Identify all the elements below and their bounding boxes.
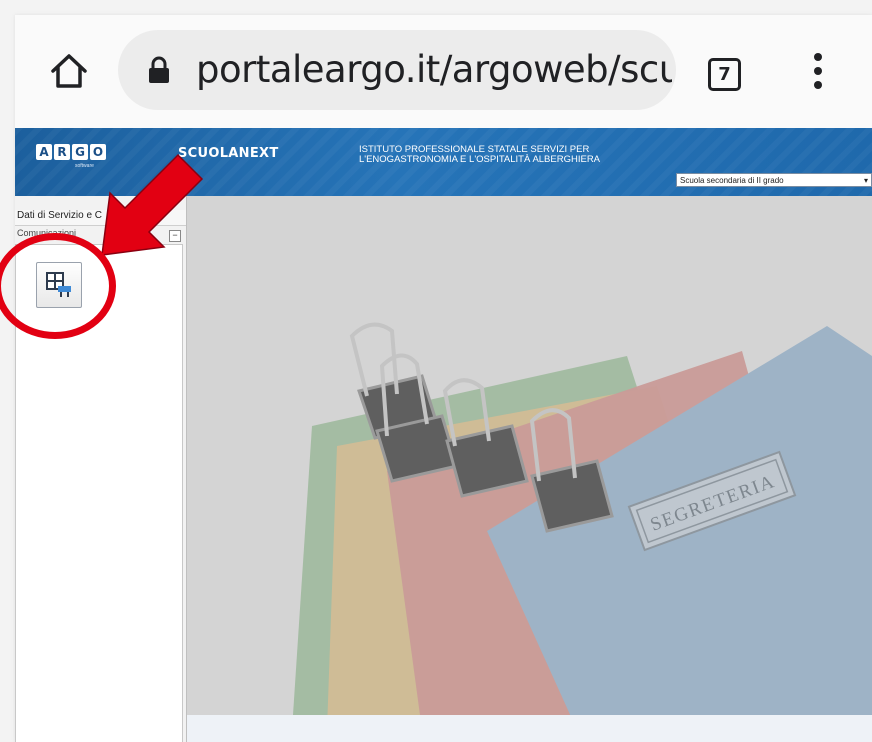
school-name: ISTITUTO PROFESSIONALE STATALE SERVIZI P…	[359, 144, 601, 165]
more-menu-icon[interactable]	[813, 53, 823, 91]
screenshot-frame: portaleargo.it/argoweb/scuo 7 A R G O so…	[15, 15, 872, 742]
home-icon[interactable]	[49, 51, 89, 91]
browser-toolbar: portaleargo.it/argoweb/scuo 7	[15, 15, 872, 125]
tab-switcher-button[interactable]: 7	[708, 58, 741, 91]
lock-icon	[149, 56, 169, 83]
chevron-down-icon: ▾	[863, 176, 868, 185]
main-content-area: SEGRETERIA	[187, 196, 872, 730]
url-text[interactable]: portaleargo.it/argoweb/scuo	[196, 48, 672, 91]
folders-illustration: SEGRETERIA	[292, 322, 872, 730]
red-arrow-annotation	[101, 153, 204, 256]
school-type-select[interactable]: Scuola secondaria di II grado ▾	[676, 173, 872, 187]
main-footer-strip	[187, 715, 872, 742]
